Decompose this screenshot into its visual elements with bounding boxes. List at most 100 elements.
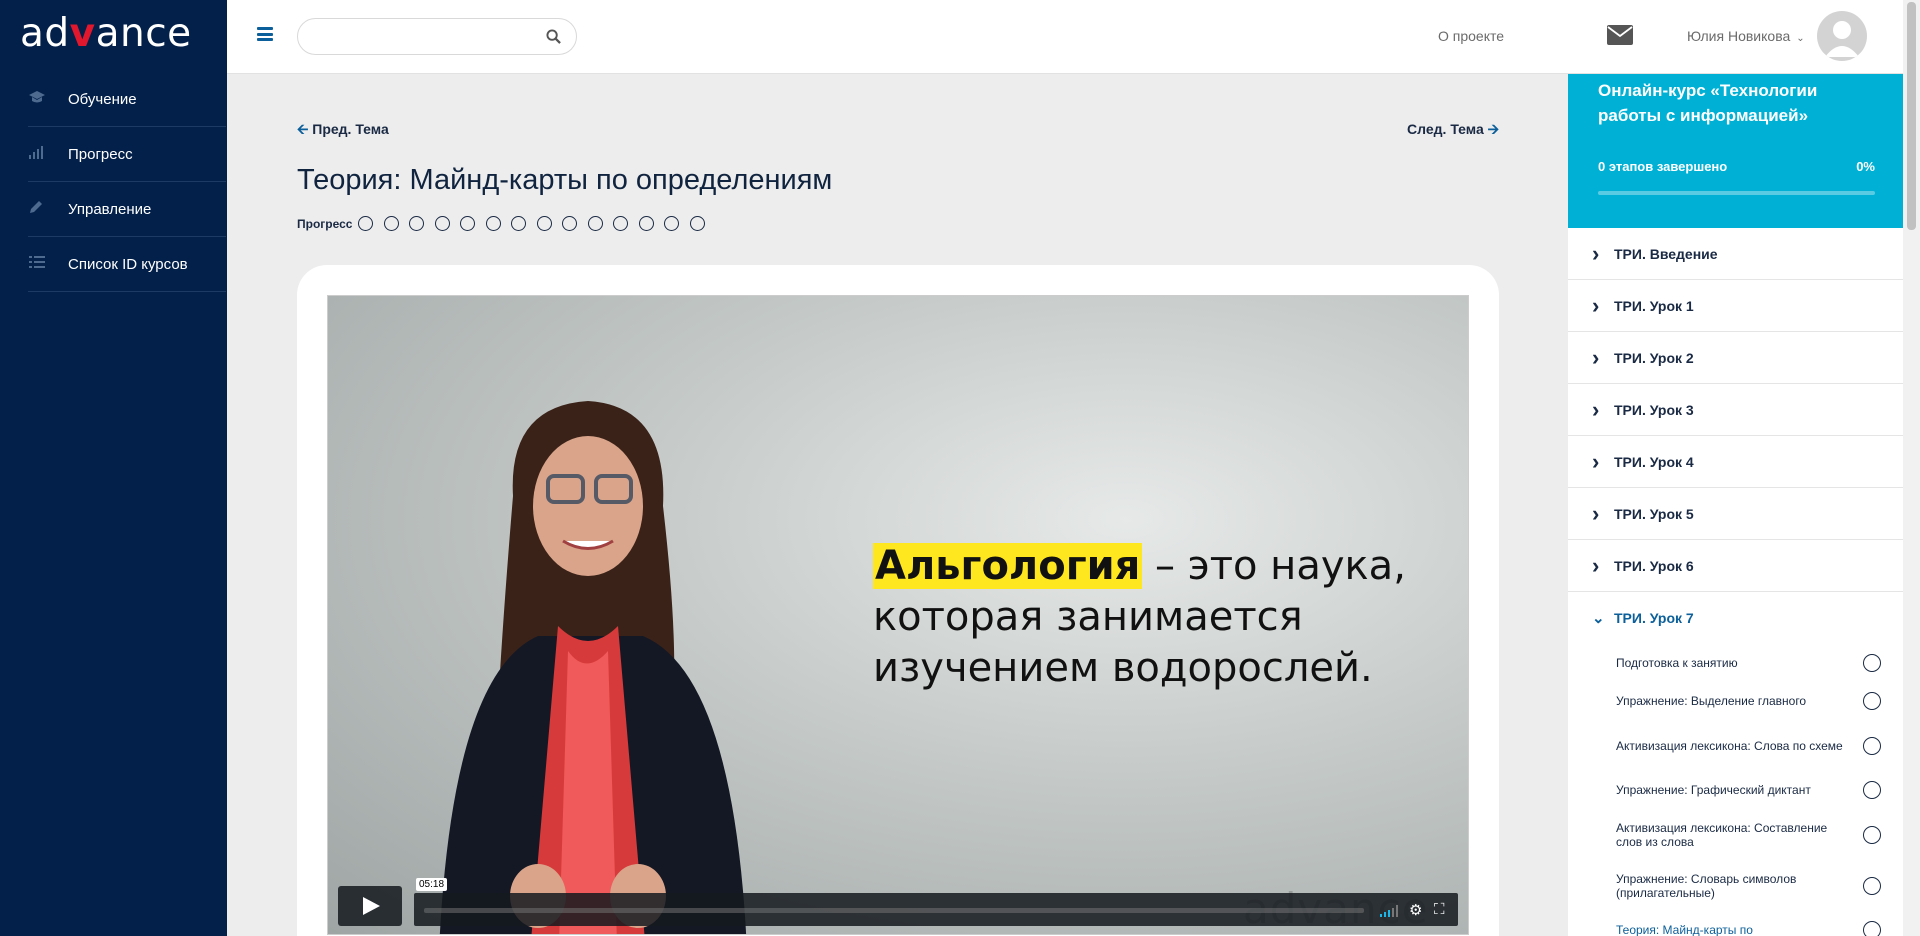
progress-step-icon[interactable] bbox=[511, 216, 527, 231]
chevron-right-icon: › bbox=[1592, 396, 1600, 422]
topic-progress: Прогресс bbox=[297, 216, 715, 231]
prev-topic-label: Пред. Тема bbox=[312, 121, 389, 137]
progress-step-icon[interactable] bbox=[409, 216, 425, 231]
mail-icon[interactable] bbox=[1607, 25, 1633, 45]
prev-topic-link[interactable]: 🡨 Пред. Тема bbox=[297, 119, 389, 143]
search-box bbox=[297, 18, 577, 55]
lesson-item[interactable]: Упражнение: Словарь символов (прилагател… bbox=[1568, 860, 1903, 911]
user-menu[interactable]: Юлия Новикова ⌄ bbox=[1687, 28, 1805, 44]
video-caption-line: которая занимается bbox=[873, 594, 1303, 640]
lesson-status-icon bbox=[1863, 876, 1881, 895]
menu-toggle-icon[interactable] bbox=[257, 27, 273, 41]
video-control-bar: ⚙ ⛶ bbox=[414, 893, 1458, 926]
lesson-item[interactable]: Упражнение: Графический диктант bbox=[1568, 771, 1903, 809]
search-icon[interactable] bbox=[546, 29, 561, 44]
course-title[interactable]: Онлайн-курс «Технологии работы с информа… bbox=[1598, 78, 1875, 128]
highlighted-term: Альгология bbox=[873, 543, 1143, 589]
sidebar-item-label: Управление bbox=[68, 200, 152, 218]
video-controls: 05:18 ⚙ ⛶ bbox=[338, 878, 1458, 928]
progress-step-icon[interactable] bbox=[587, 216, 603, 231]
lesson-label: Упражнение: Словарь символов (прилагател… bbox=[1616, 871, 1797, 900]
chevron-right-icon: › bbox=[1592, 344, 1600, 370]
course-sections: › ТРИ. Введение › ТРИ. Урок 1 › ТРИ. Урок 2 › Т… bbox=[1568, 228, 1903, 592]
chevron-down-icon: ⌄ bbox=[1592, 610, 1605, 627]
course-section[interactable]: › ТРИ. Урок 5 bbox=[1568, 488, 1903, 540]
course-section[interactable]: › ТРИ. Урок 3 bbox=[1568, 384, 1903, 436]
course-section[interactable]: › ТРИ. Урок 6 bbox=[1568, 540, 1903, 592]
lesson-item[interactable]: Подготовка к занятию bbox=[1568, 644, 1903, 682]
course-section[interactable]: › ТРИ. Урок 4 bbox=[1568, 436, 1903, 488]
page-title: Теория: Майнд-карты по определениям bbox=[297, 164, 833, 196]
fullscreen-icon[interactable]: ⛶ bbox=[1434, 901, 1445, 918]
sidebar-item-label: Прогресс bbox=[68, 145, 133, 163]
arrow-left-icon: 🡨 bbox=[297, 121, 309, 137]
chevron-down-icon: ⌄ bbox=[1796, 33, 1805, 44]
sidebar-item-label: Обучение bbox=[68, 90, 137, 108]
progress-step-icon[interactable] bbox=[613, 216, 629, 231]
section-label: ТРИ. Урок 5 bbox=[1614, 505, 1694, 522]
course-section[interactable]: › ТРИ. Урок 2 bbox=[1568, 332, 1903, 384]
course-section[interactable]: › ТРИ. Введение bbox=[1568, 228, 1903, 280]
progress-step-icon[interactable] bbox=[358, 216, 374, 231]
progress-step-icon[interactable] bbox=[536, 216, 552, 231]
settings-icon[interactable]: ⚙ bbox=[1409, 901, 1422, 919]
progress-step-icon[interactable] bbox=[485, 216, 501, 231]
progress-step-icon[interactable] bbox=[383, 216, 399, 231]
sidebar-nav: Обучение Прогресс Управление Список ID к… bbox=[0, 72, 227, 292]
lesson-item[interactable]: Упражнение: Выделение главного bbox=[1568, 682, 1903, 720]
volume-icon[interactable] bbox=[1380, 905, 1400, 917]
list-icon bbox=[28, 255, 68, 273]
sidebar-item-learning[interactable]: Обучение bbox=[28, 72, 226, 127]
lesson-status-icon bbox=[1863, 692, 1881, 710]
course-progress-summary: 0 этапов завершено 0% bbox=[1598, 159, 1875, 174]
lesson-item[interactable]: Теория: Майнд-карты по bbox=[1568, 911, 1903, 936]
course-section-open[interactable]: ⌄ ТРИ. Урок 7 bbox=[1568, 592, 1903, 644]
video-caption: Альгология – это наука, которая занимает… bbox=[873, 541, 1406, 694]
bar-chart-icon bbox=[28, 145, 68, 163]
presenter-image bbox=[439, 401, 747, 934]
graduation-cap-icon bbox=[28, 90, 68, 108]
play-button[interactable] bbox=[338, 886, 402, 926]
chevron-right-icon: › bbox=[1592, 292, 1600, 318]
progress-step-icon[interactable] bbox=[434, 216, 450, 231]
top-header: О проекте Юлия Новикова ⌄ bbox=[227, 0, 1920, 74]
logo-text-start: ad bbox=[20, 11, 70, 56]
about-link[interactable]: О проекте bbox=[1438, 28, 1504, 44]
next-topic-link[interactable]: След. Тема 🡪 bbox=[1407, 119, 1499, 143]
stages-completed: 0 этапов завершено bbox=[1598, 159, 1728, 174]
course-outline-panel: Онлайн-курс «Технологии работы с информа… bbox=[1568, 74, 1903, 936]
logo[interactable]: ad v ance bbox=[0, 0, 227, 67]
progress-step-icon[interactable] bbox=[638, 216, 654, 231]
page-scrollbar[interactable] bbox=[1903, 0, 1920, 936]
course-progress-bar bbox=[1598, 191, 1875, 195]
lesson-item[interactable]: Активизация лексикона: Слова по схеме bbox=[1568, 720, 1903, 771]
sidebar-item-management[interactable]: Управление bbox=[28, 182, 226, 237]
sidebar-item-progress[interactable]: Прогресс bbox=[28, 127, 226, 182]
logo-check-mark: v bbox=[69, 11, 96, 56]
video-caption-line: Альгология – это наука, bbox=[873, 541, 1406, 592]
avatar[interactable] bbox=[1817, 11, 1867, 61]
course-section[interactable]: › ТРИ. Урок 1 bbox=[1568, 280, 1903, 332]
progress-label: Прогресс bbox=[297, 216, 353, 231]
scrollbar-thumb[interactable] bbox=[1907, 2, 1916, 230]
search-input[interactable] bbox=[312, 19, 542, 54]
progress-step-icon[interactable] bbox=[664, 216, 680, 231]
lesson-label: Активизация лексикона: Слова по схеме bbox=[1616, 738, 1843, 753]
pencil-icon bbox=[28, 199, 68, 219]
lesson-status-icon bbox=[1863, 825, 1881, 844]
sidebar-item-course-ids[interactable]: Список ID курсов bbox=[28, 237, 226, 292]
lesson-status-icon bbox=[1863, 654, 1881, 672]
arrow-right-icon: 🡪 bbox=[1487, 121, 1499, 137]
progress-step-icon[interactable] bbox=[562, 216, 578, 231]
user-silhouette-icon bbox=[1825, 21, 1859, 57]
video-player[interactable]: Альгология – это наука, которая занимает… bbox=[327, 295, 1469, 935]
progress-step-icon[interactable] bbox=[689, 216, 705, 231]
logo-text-end: ance bbox=[95, 11, 192, 56]
section-label: ТРИ. Урок 1 bbox=[1614, 297, 1694, 314]
lesson-item[interactable]: Активизация лексикона: Составление слов … bbox=[1568, 809, 1903, 860]
next-topic-label: След. Тема bbox=[1407, 121, 1484, 137]
sidebar: ad v ance Обучение Прогресс Управление Спи… bbox=[0, 0, 227, 936]
progress-step-icon[interactable] bbox=[460, 216, 476, 231]
chevron-right-icon: › bbox=[1592, 448, 1600, 474]
video-progress-bar[interactable] bbox=[424, 908, 1364, 913]
